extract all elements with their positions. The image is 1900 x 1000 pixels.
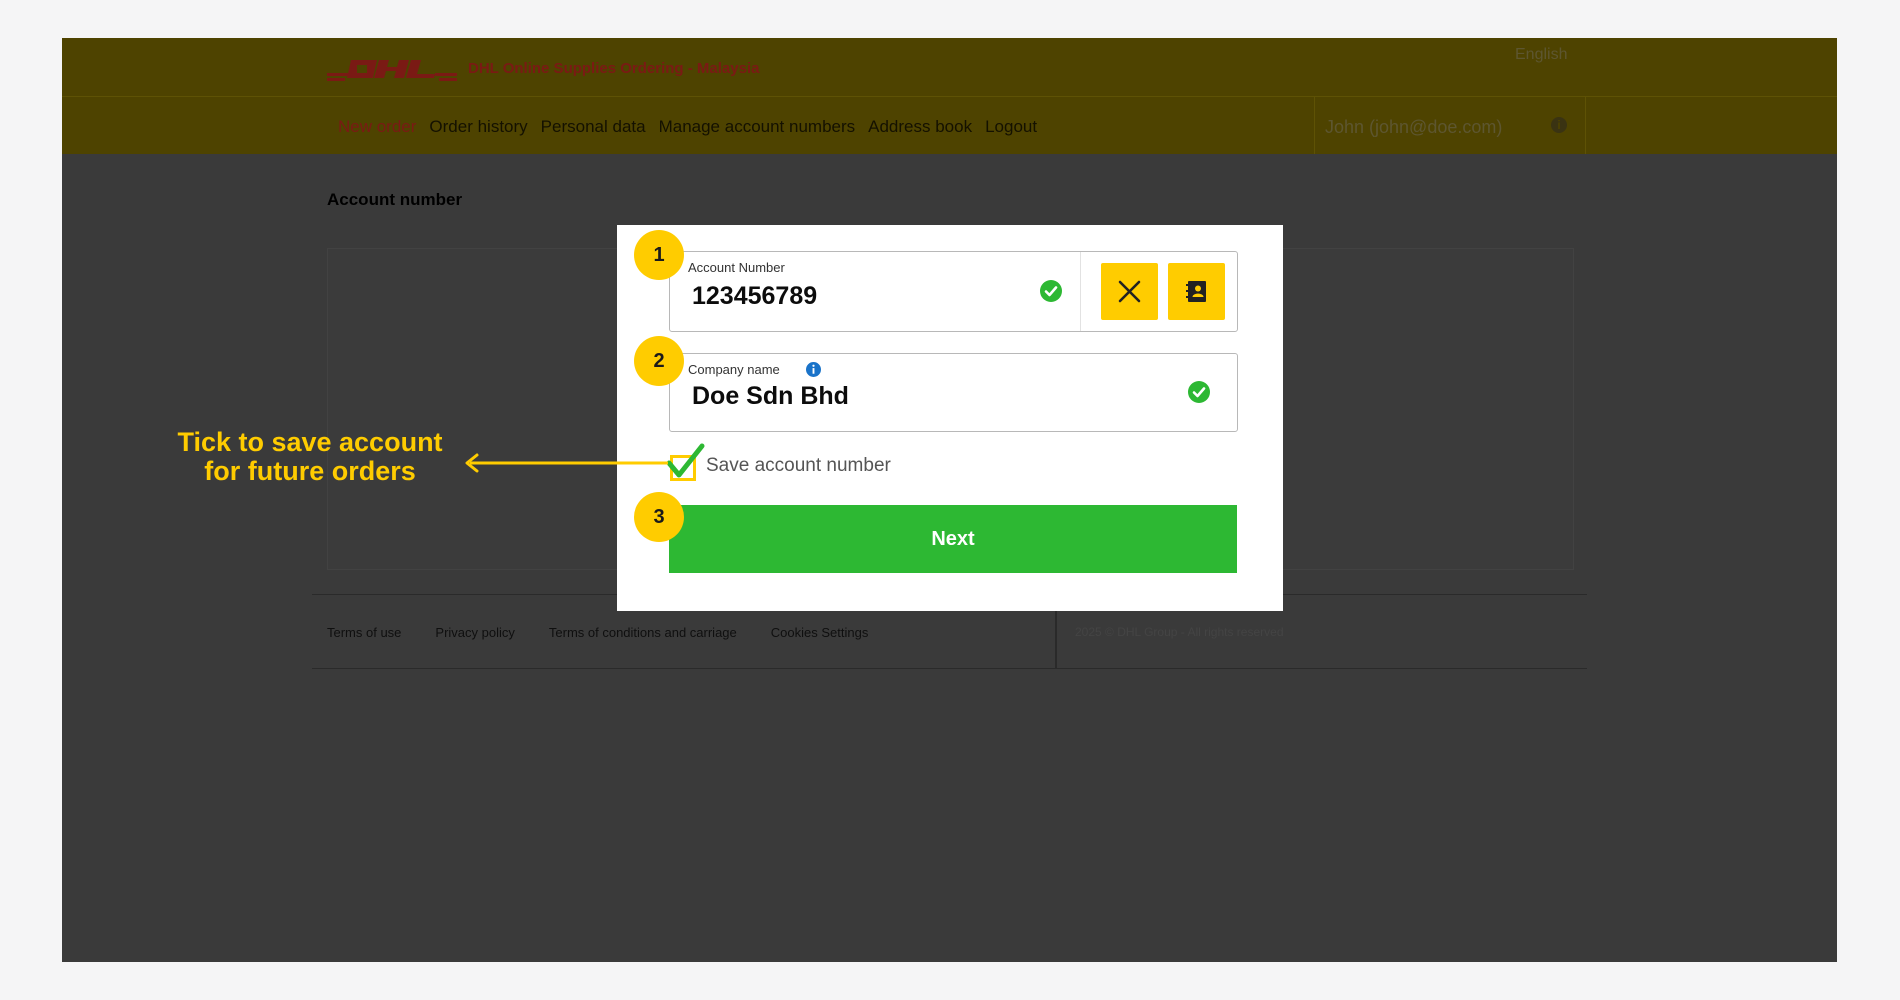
dhl-logo-icon[interactable] xyxy=(327,56,457,82)
arrow-left-icon xyxy=(465,453,668,473)
close-icon xyxy=(1118,280,1141,303)
company-name-value[interactable]: Doe Sdn Bhd xyxy=(692,382,849,411)
user-name: John (john@doe.com) xyxy=(1325,117,1503,137)
app-title: DHL Online Supplies Ordering - Malaysia xyxy=(468,60,760,77)
info-icon[interactable]: i xyxy=(1551,117,1567,133)
language-selector[interactable]: English xyxy=(1515,46,1567,64)
step-badge-2: 2 xyxy=(634,336,684,386)
user-menu[interactable]: John (john@doe.com) i xyxy=(1314,97,1586,154)
top-header: DHL Online Supplies Ordering - Malaysia … xyxy=(62,38,1837,97)
nav-new-order[interactable]: New order xyxy=(338,117,416,137)
account-number-label: Account Number xyxy=(688,260,785,275)
nav-address-book[interactable]: Address book xyxy=(868,117,972,137)
next-button[interactable]: Next xyxy=(669,505,1237,573)
field-separator xyxy=(1080,252,1081,331)
checkmark-icon xyxy=(666,443,705,478)
company-name-label: Company name xyxy=(688,362,780,377)
step-badge-1: 1 xyxy=(634,230,684,280)
callout-text: Tick to save account for future orders xyxy=(177,427,443,486)
step-badge-3: 3 xyxy=(634,492,684,542)
main-nav: New order Order history Personal data Ma… xyxy=(338,117,1037,137)
save-account-label[interactable]: Save account number xyxy=(706,455,891,477)
check-circle-icon xyxy=(1040,280,1062,302)
info-icon[interactable] xyxy=(806,362,821,377)
footer-cookies-settings[interactable]: Cookies Settings xyxy=(771,625,869,640)
footer-divider-bottom xyxy=(312,668,1587,669)
nav-logout[interactable]: Logout xyxy=(985,117,1037,137)
address-book-button[interactable] xyxy=(1168,263,1225,320)
clear-account-button[interactable] xyxy=(1101,263,1158,320)
nav-order-history[interactable]: Order history xyxy=(429,117,527,137)
check-circle-icon xyxy=(1188,381,1210,403)
footer-terms-of-use[interactable]: Terms of use xyxy=(327,625,401,640)
footer-links: Terms of use Privacy policy Terms of con… xyxy=(327,625,868,640)
footer-terms-of-carriage[interactable]: Terms of conditions and carriage xyxy=(549,625,737,640)
copyright: 2025 © DHL Group - All rights reserved xyxy=(1075,625,1284,639)
account-number-field[interactable]: Account Number 123456789 xyxy=(669,251,1238,332)
section-title: Account number xyxy=(327,190,463,209)
company-name-field[interactable]: Company name Doe Sdn Bhd xyxy=(669,353,1238,432)
address-book-icon xyxy=(1186,281,1206,302)
footer-privacy-policy[interactable]: Privacy policy xyxy=(435,625,514,640)
account-number-value[interactable]: 123456789 xyxy=(692,282,817,311)
nav-manage-account-numbers[interactable]: Manage account numbers xyxy=(659,117,856,137)
nav-personal-data[interactable]: Personal data xyxy=(541,117,646,137)
